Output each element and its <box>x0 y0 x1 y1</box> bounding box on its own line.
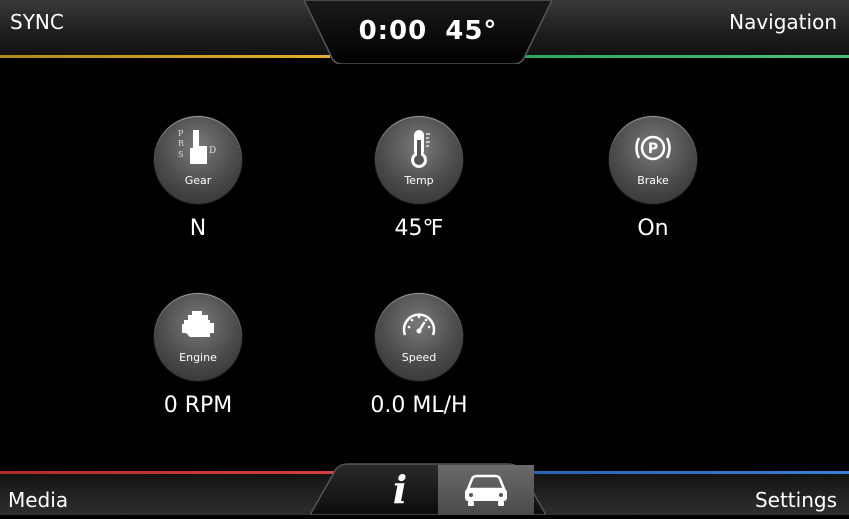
status-clock-tab: 0:00 45° <box>304 0 552 64</box>
media-button[interactable]: Media <box>8 488 68 512</box>
temp-item: Temp 45℉ <box>354 116 484 241</box>
info-tab[interactable]: i <box>362 465 438 515</box>
info-icon: i <box>392 467 408 512</box>
engine-label: Engine <box>179 351 217 364</box>
speed-value: 0.0 ML/H <box>370 393 468 418</box>
temp-label: Temp <box>404 174 434 187</box>
settings-accent-line <box>525 471 849 474</box>
gear-letter-r: R <box>178 139 185 148</box>
brake-label: Brake <box>637 174 669 187</box>
brake-letter: P <box>648 141 658 157</box>
settings-button[interactable]: Settings <box>755 488 837 512</box>
car-icon <box>465 474 507 506</box>
engine-button[interactable]: Engine <box>154 293 242 381</box>
vehicle-tab[interactable] <box>438 465 534 515</box>
gear-item: P R S D Gear N <box>133 116 263 241</box>
speed-button[interactable]: Speed <box>375 293 463 381</box>
brake-value: On <box>637 216 669 241</box>
speedometer-icon <box>402 313 436 336</box>
gear-letter-d: D <box>209 146 216 156</box>
engine-value: 0 RPM <box>163 393 233 418</box>
temp-button[interactable]: Temp <box>375 116 463 204</box>
engine-icon <box>182 311 214 337</box>
clock-time: 0:00 <box>358 16 428 46</box>
clock-readout: 0:00 45° <box>304 16 552 46</box>
gear-value: N <box>189 216 207 241</box>
speed-label: Speed <box>401 351 437 364</box>
gear-letter-p: P <box>178 129 184 138</box>
speed-item: Speed 0.0 ML/H <box>354 293 484 418</box>
brake-item: P Brake On <box>588 116 718 241</box>
sync-button[interactable]: SYNC <box>10 10 64 34</box>
gear-letter-s: S <box>178 150 183 159</box>
navigation-button[interactable]: Navigation <box>729 10 837 34</box>
temp-value: 45℉ <box>394 216 444 241</box>
media-accent-line <box>0 471 340 474</box>
gear-label: Gear <box>184 174 212 187</box>
parking-brake-icon: P <box>635 135 671 161</box>
outside-temperature: 45° <box>445 16 498 46</box>
gear-shift-icon: P R S D <box>178 129 216 164</box>
navigation-accent-line <box>525 55 849 58</box>
engine-item: Engine 0 RPM <box>133 293 263 418</box>
gear-button[interactable]: P R S D Gear <box>154 116 242 204</box>
sync-accent-line <box>0 55 330 58</box>
thermometer-icon <box>411 130 430 168</box>
brake-button[interactable]: P Brake <box>609 116 697 204</box>
